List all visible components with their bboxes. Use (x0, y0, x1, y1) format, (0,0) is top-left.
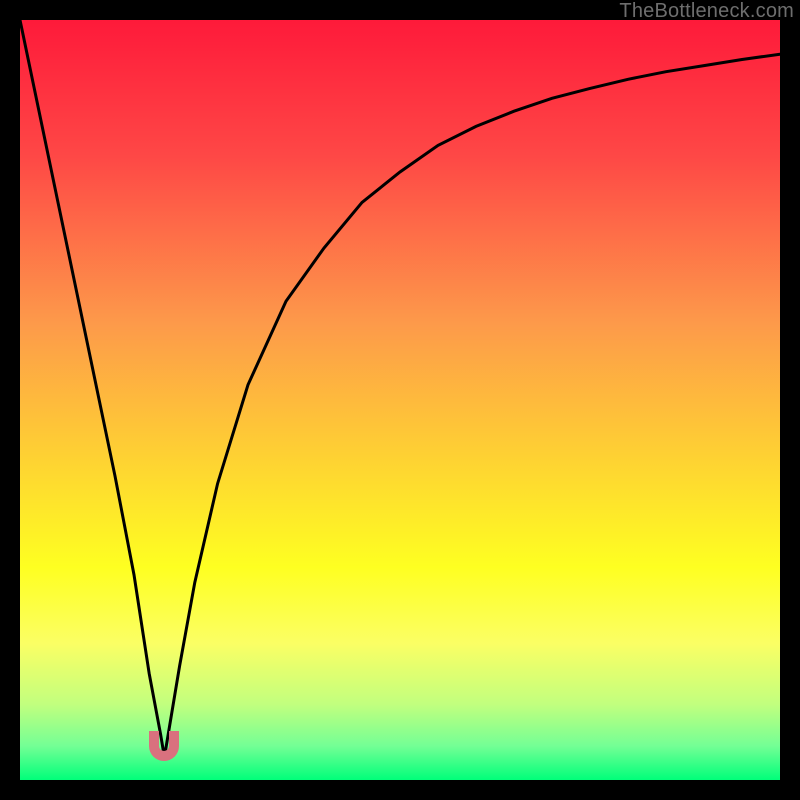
curve (20, 20, 780, 780)
chart-frame: TheBottleneck.com (0, 0, 800, 800)
plot-area (20, 20, 780, 780)
bottleneck-curve-path (20, 20, 780, 757)
watermark-text: TheBottleneck.com (619, 0, 794, 23)
